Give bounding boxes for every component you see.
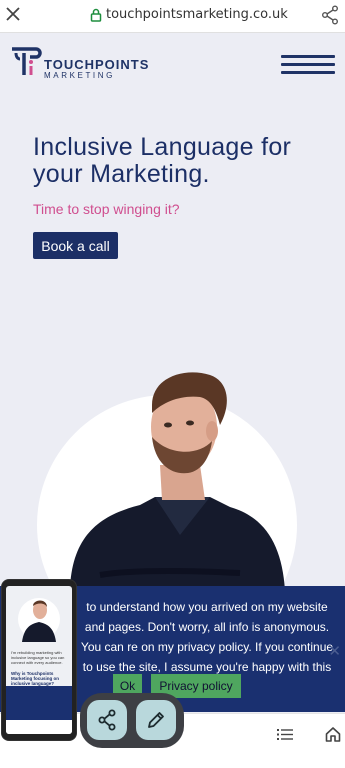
logo-mark-icon	[12, 47, 42, 75]
logo-subtitle: MARKETING	[44, 71, 115, 80]
hero-subtitle: Time to stop winging it?	[33, 201, 180, 217]
page-title: Inclusive Language for your Marketing.	[33, 133, 292, 188]
thumbnail-body-text: I'm rebuilding marketing with inclusive …	[11, 650, 65, 665]
share-screenshot-button[interactable]	[87, 700, 127, 740]
share-icon	[98, 709, 116, 731]
thumbnail-cookie-banner	[6, 686, 72, 720]
thumbnail-heading: Why is Touchpoints Marketing focusing on…	[11, 671, 60, 686]
edit-icon	[148, 712, 164, 728]
site-header: TOUCHPOINTS MARKETING	[0, 33, 345, 103]
browser-top-bar: touchpointsmarketing.co.uk	[0, 0, 345, 33]
lock-icon	[90, 8, 102, 22]
portrait-photo	[70, 372, 285, 590]
system-nav-strip	[0, 755, 345, 768]
close-icon[interactable]: ✕	[328, 642, 341, 660]
thumbnail-bottom-bar	[6, 720, 72, 734]
site-logo[interactable]: TOUCHPOINTS MARKETING	[10, 45, 149, 80]
cookie-banner-text: to understand how you arrived on my webs…	[80, 600, 334, 674]
url-text: touchpointsmarketing.co.uk	[106, 7, 288, 22]
logo-title: TOUCHPOINTS	[44, 57, 150, 72]
home-icon[interactable]	[325, 726, 341, 742]
thumbnail-person-image	[22, 600, 56, 642]
address-bar[interactable]: touchpointsmarketing.co.uk	[90, 7, 288, 22]
screenshot-actions	[80, 693, 184, 748]
close-icon[interactable]	[5, 6, 21, 22]
share-icon[interactable]	[321, 5, 339, 25]
list-icon[interactable]	[277, 728, 293, 741]
menu-icon[interactable]	[281, 55, 335, 77]
edit-screenshot-button[interactable]	[136, 700, 176, 740]
screenshot-thumbnail[interactable]: I'm rebuilding marketing with inclusive …	[2, 580, 76, 740]
book-a-call-button[interactable]: Book a call	[33, 232, 118, 259]
